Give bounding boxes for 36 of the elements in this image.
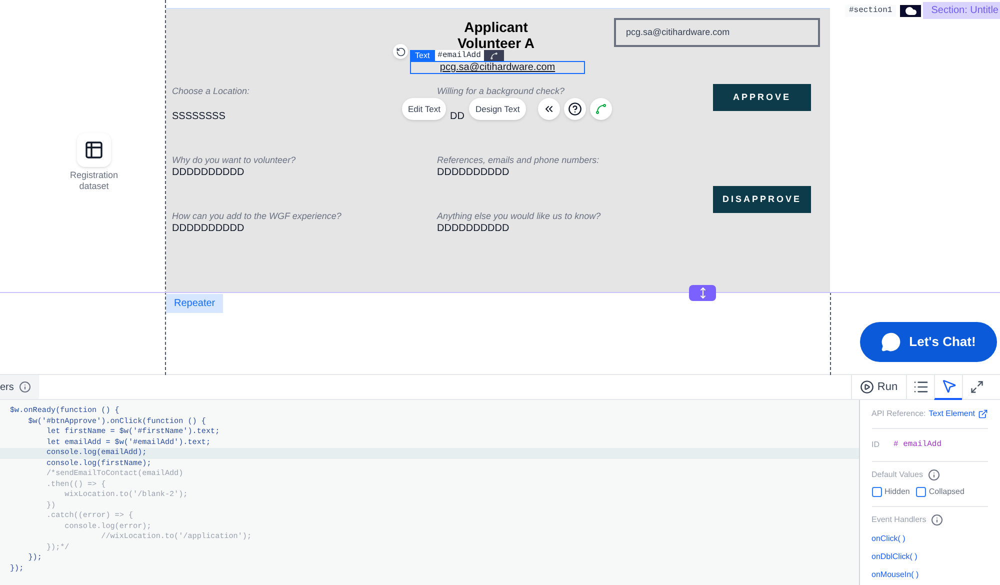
id-label: ID (872, 439, 880, 451)
applicant-title: Applicant Volunteer A (456, 19, 536, 51)
field-label: Anything else you would like us to know? (437, 211, 601, 222)
approve-button[interactable]: APPROVE (713, 84, 811, 111)
design-text-button[interactable]: Design Text (469, 98, 526, 120)
checkbox-label: Hidden (884, 486, 910, 498)
field-label: How can you add to the WGF experience? (172, 211, 342, 222)
field-value: DDDDDDDDDD (437, 223, 510, 235)
field-value: DDDDDDDDDD (437, 167, 510, 179)
event-handler-link[interactable]: onDblClick( ) (872, 551, 988, 562)
checkbox-label: Collapsed (928, 486, 964, 498)
repeater-tag: Repeater (166, 294, 224, 313)
default-values-label: Default Values (872, 469, 923, 481)
event-handler-link[interactable]: onMouseIn( ) (872, 569, 988, 580)
event-handler-link[interactable]: onClick( ) (872, 533, 988, 544)
field-label: Why do you want to volunteer? (172, 155, 296, 166)
event-handlers-label: Event Handlers (872, 514, 926, 526)
edit-text-button[interactable]: Edit Text (402, 98, 446, 120)
chat-button[interactable]: Let's Chat! (860, 322, 997, 362)
field-value: DD (450, 111, 464, 123)
selected-email-text[interactable]: pcg.sa@citihardware.com (410, 61, 585, 74)
field-value: SSSSSSSS (172, 111, 226, 123)
field-value: DDDDDDDDDD (172, 167, 244, 179)
field-label: References, emails and phone numbers: (437, 155, 600, 166)
section-id: #section1 (845, 4, 896, 16)
element-id-tag: #emailAdd (434, 50, 484, 61)
api-reference-link[interactable]: Text Element (928, 408, 975, 420)
email-field[interactable]: pcg.sa@citihardware.com (614, 18, 820, 47)
dataset-label: Registration dataset (68, 170, 120, 192)
api-reference-label: API Reference: (872, 408, 926, 420)
element-type-tag: Text (410, 50, 435, 61)
field-value: DDDDDDDDDD (172, 223, 244, 235)
disapprove-button[interactable]: DISAPPROVE (713, 186, 811, 213)
field-label: Choose a Location: (172, 86, 250, 97)
field-label: Willing for a background check? (437, 86, 564, 97)
run-button[interactable]: Run (851, 374, 906, 400)
